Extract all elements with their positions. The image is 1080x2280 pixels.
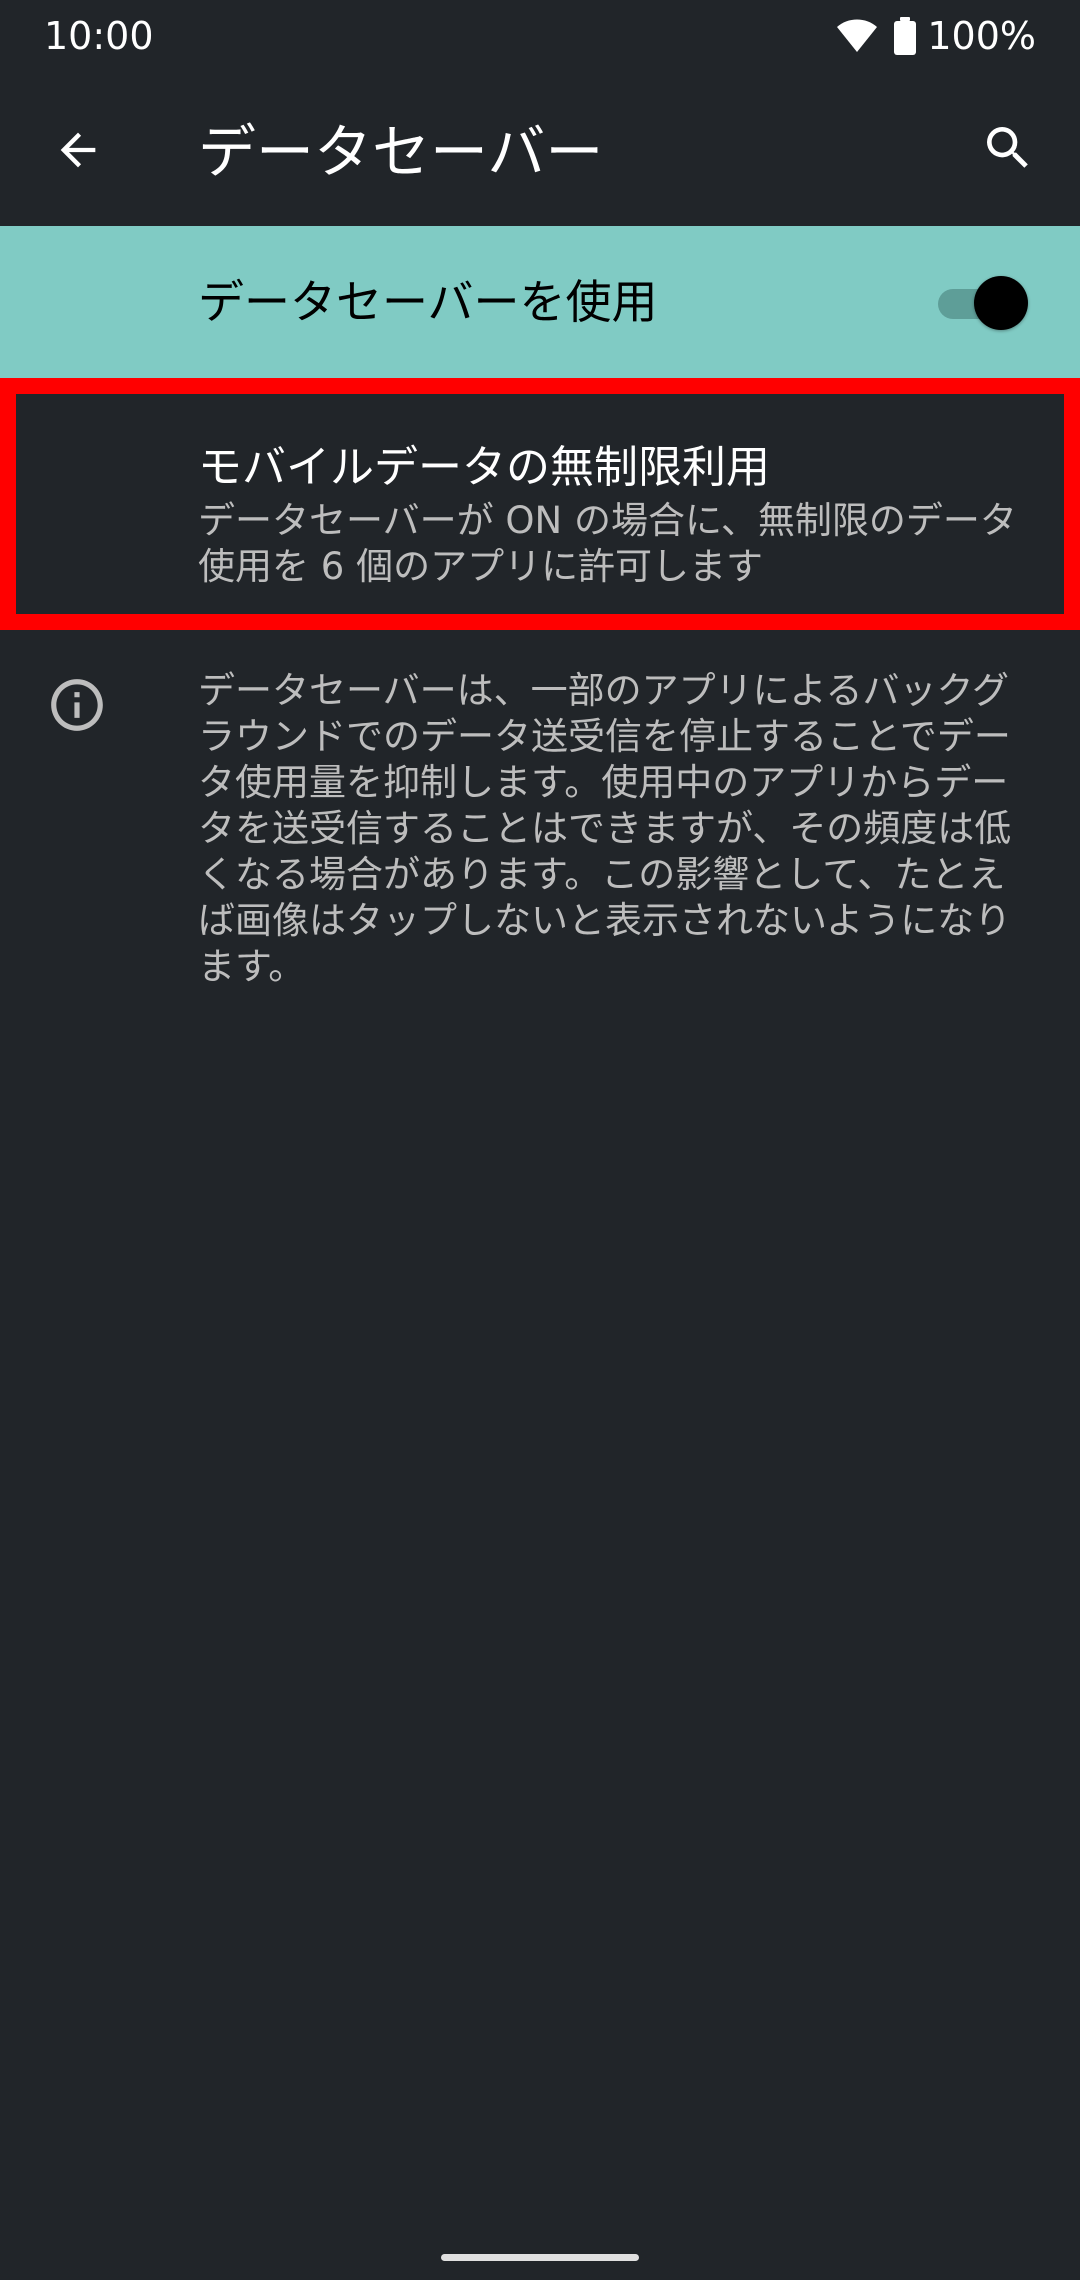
- app-bar: データセーバー: [0, 72, 1080, 226]
- status-time: 10:00: [44, 14, 154, 58]
- unrestricted-data-item[interactable]: モバイルデータの無制限利用 データセーバーが ON の場合に、無制限のデータ使用…: [0, 378, 1080, 630]
- unrestricted-data-summary: データセーバーが ON の場合に、無制限のデータ使用を 6 個のアプリに許可しま…: [198, 499, 1017, 588]
- wifi-icon: [835, 18, 879, 54]
- info-description: データセーバーは、一部のアプリによるバックグラウンドでのデータ送受信を停止するこ…: [198, 669, 1012, 988]
- status-icons: 100%: [835, 12, 1036, 60]
- gesture-navigation-bar[interactable]: [441, 2254, 639, 2261]
- switch-thumb: [974, 276, 1028, 330]
- data-saver-toggle-row[interactable]: データセーバーを使用: [0, 226, 1080, 378]
- info-icon: [46, 674, 108, 736]
- search-button[interactable]: [966, 108, 1050, 192]
- unrestricted-data-title: モバイルデータの無制限利用: [198, 442, 770, 493]
- back-arrow-icon: [52, 124, 104, 180]
- search-icon: [980, 120, 1036, 180]
- battery-icon: [893, 17, 917, 55]
- back-button[interactable]: [38, 112, 118, 192]
- battery-percentage: 100%: [927, 14, 1036, 58]
- data-saver-toggle-label: データセーバーを使用: [198, 275, 658, 329]
- page-title: データセーバー: [198, 118, 604, 186]
- data-saver-switch[interactable]: [938, 275, 1030, 331]
- status-bar: 10:00 100%: [0, 0, 1080, 72]
